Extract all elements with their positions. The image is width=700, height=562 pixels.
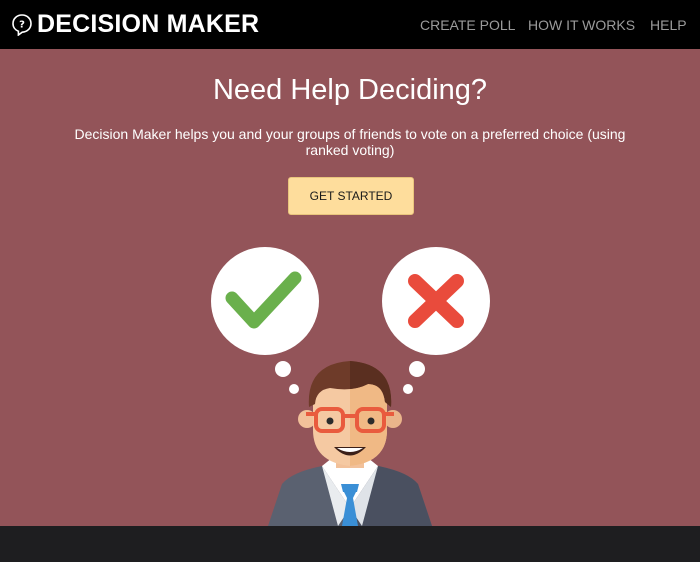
- navbar: ? DECISION MAKER CREATE POLL HOW IT WORK…: [0, 0, 700, 49]
- check-icon: [225, 271, 302, 329]
- hero-title: Need Help Deciding?: [212, 74, 488, 106]
- svg-text:?: ?: [19, 19, 25, 30]
- approve-thought-bubble: [211, 247, 319, 394]
- question-bubble-icon: ?: [12, 13, 32, 36]
- reject-thought-bubble: [382, 247, 490, 394]
- nav-help[interactable]: HELP: [650, 17, 687, 33]
- hero-description: Decision Maker helps you and your groups…: [74, 126, 626, 158]
- footer-band: [0, 526, 700, 562]
- thinking-person: [268, 361, 432, 526]
- get-started-button[interactable]: GET STARTED: [288, 177, 414, 215]
- brand[interactable]: ? DECISION MAKER: [12, 12, 259, 37]
- brand-name: DECISION MAKER: [37, 10, 260, 38]
- cross-icon: [408, 274, 464, 328]
- nav-create-poll[interactable]: CREATE POLL: [420, 17, 515, 33]
- nav-how-it-works[interactable]: HOW IT WORKS: [528, 17, 635, 33]
